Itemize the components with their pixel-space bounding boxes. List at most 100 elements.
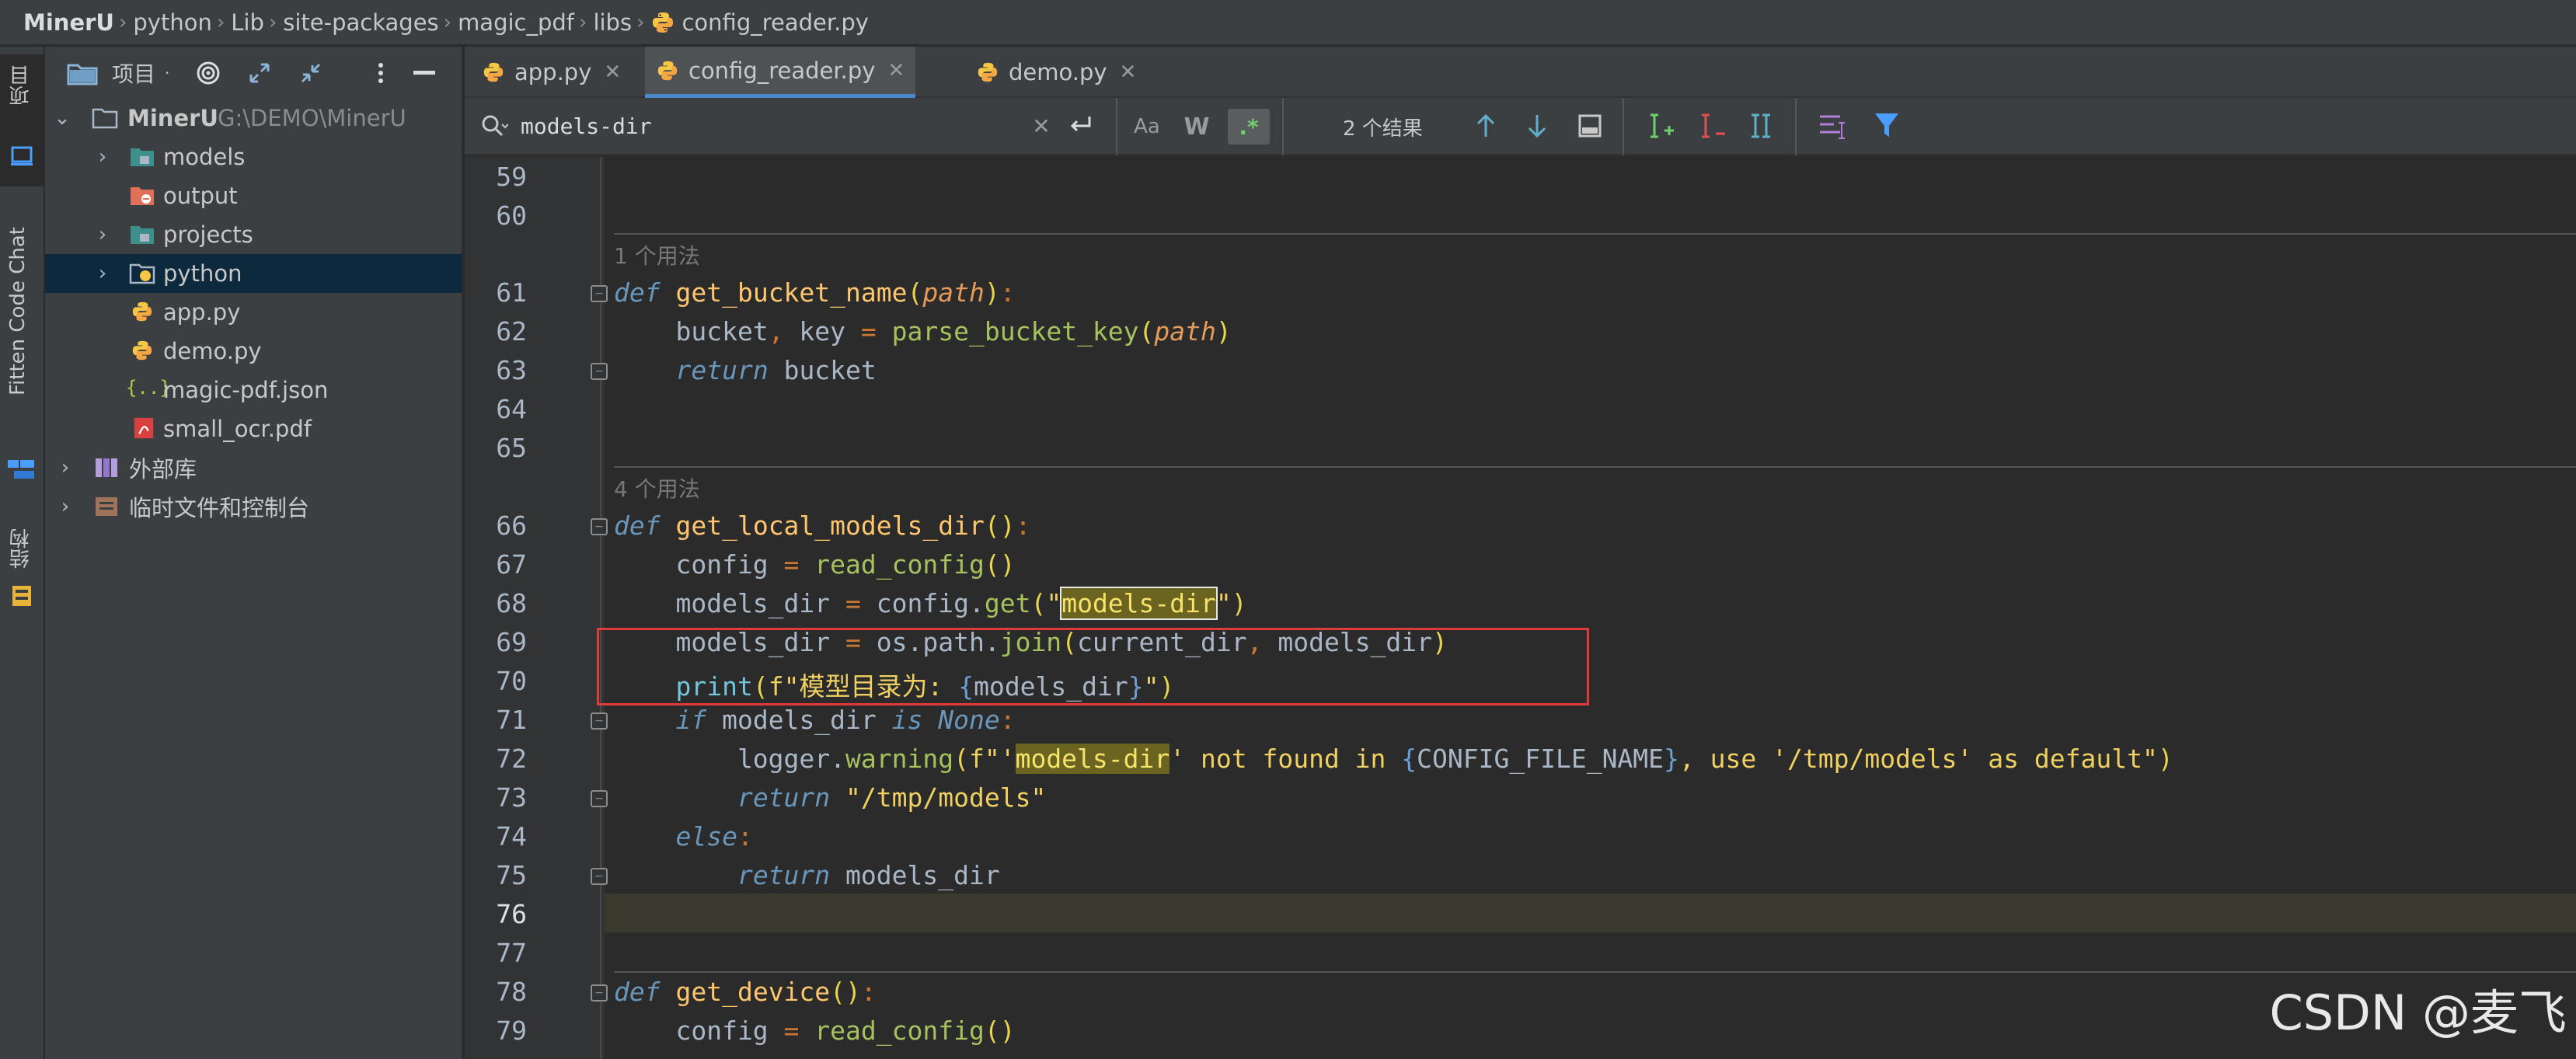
- filter-popup-icon[interactable]: [1577, 113, 1602, 138]
- tab-label: config_reader.py: [688, 57, 876, 84]
- chevron-down-icon[interactable]: ⌄: [53, 106, 71, 130]
- breadcrumb-item-config-reader[interactable]: config_reader.py: [681, 9, 868, 36]
- collapse-all-icon[interactable]: [295, 57, 326, 89]
- tab-demo-py[interactable]: demo.py ✕: [967, 47, 1145, 98]
- fold-marker-icon[interactable]: −: [591, 363, 608, 380]
- fold-marker-icon[interactable]: −: [591, 285, 608, 302]
- options-menu-icon[interactable]: [365, 57, 396, 89]
- hide-panel-icon[interactable]: [409, 57, 440, 89]
- line-number: 69: [496, 627, 527, 657]
- line-number: 79: [496, 1015, 527, 1046]
- annotation-highlight-box: [597, 628, 1589, 705]
- filter-icon[interactable]: [1873, 110, 1901, 141]
- json-file-icon: {..}: [126, 377, 171, 399]
- tree-item-demo-py[interactable]: demo.py: [45, 332, 462, 371]
- next-occurrence-icon[interactable]: [1525, 112, 1549, 140]
- fold-marker-icon[interactable]: −: [591, 790, 608, 807]
- code-line-72: logger.warning(f"'models-dir' not found …: [614, 744, 2173, 774]
- close-icon[interactable]: ✕: [887, 59, 905, 82]
- tree-item-mineru[interactable]: ⌄ MinerU G:\DEMO\MinerU: [45, 99, 462, 138]
- fold-marker-icon[interactable]: −: [591, 868, 608, 885]
- line-number: 65: [496, 433, 527, 463]
- tree-item-scratches[interactable]: › 临时文件和控制台: [45, 487, 462, 526]
- code-line-75: return models_dir: [737, 860, 1000, 890]
- breadcrumb-item-site-packages[interactable]: site-packages: [283, 9, 438, 36]
- search-history-icon[interactable]: [480, 113, 508, 140]
- locate-file-icon[interactable]: [193, 57, 224, 89]
- add-occurrence-icon[interactable]: [1644, 110, 1675, 141]
- chevron-right-icon[interactable]: ›: [56, 456, 75, 479]
- tree-item-app-py[interactable]: app.py: [45, 293, 462, 332]
- tree-item-label: 临时文件和控制台: [129, 495, 310, 521]
- in-selection-icon[interactable]: [1817, 112, 1848, 141]
- search-input[interactable]: [521, 109, 987, 143]
- usage-hint[interactable]: 1 个用法: [614, 239, 700, 270]
- line-number: 62: [496, 316, 527, 347]
- chevron-right-icon[interactable]: ›: [93, 223, 112, 246]
- python-file-icon: [978, 62, 998, 82]
- close-icon[interactable]: ✕: [1120, 61, 1137, 84]
- code-line-78: def get_device():: [614, 977, 877, 1007]
- breadcrumb-item-mineru[interactable]: MinerU: [23, 9, 114, 36]
- method-separator: [614, 233, 2576, 235]
- tab-label: demo.py: [1009, 59, 1107, 85]
- previous-occurrence-icon[interactable]: [1473, 112, 1498, 140]
- expand-all-icon[interactable]: [244, 57, 275, 89]
- watermark: CSDN @麦飞: [2269, 984, 2567, 1041]
- match-case-button[interactable]: Aa: [1130, 112, 1164, 141]
- project-panel-title[interactable]: 项目: [112, 57, 155, 89]
- select-all-occurrences-icon[interactable]: [1747, 112, 1775, 140]
- current-line-highlight: [605, 894, 2576, 932]
- fold-marker-icon[interactable]: −: [591, 712, 608, 730]
- remove-occurrence-icon[interactable]: [1696, 110, 1727, 141]
- code-line-74: else:: [675, 821, 753, 852]
- code-line-71: if models_dir is None:: [675, 705, 1016, 735]
- fold-marker-icon[interactable]: −: [591, 518, 608, 535]
- library-icon: [96, 458, 117, 477]
- project-tool-button[interactable]: 项目: [0, 54, 44, 186]
- structure-icon: [12, 586, 31, 606]
- newline-icon[interactable]: [1068, 113, 1094, 137]
- fitten-code-chat-button[interactable]: Fitten Code Chat: [0, 224, 44, 488]
- tree-item-label: MinerU: [127, 105, 218, 131]
- fitten-logo-icon: [8, 460, 34, 479]
- project-view-dropdown-icon[interactable]: ·: [165, 64, 169, 82]
- fold-marker-icon[interactable]: −: [591, 984, 608, 1002]
- breadcrumb-item-lib[interactable]: Lib: [231, 9, 264, 36]
- clear-search-icon[interactable]: ✕: [1027, 112, 1055, 140]
- tree-item-projects[interactable]: › projects: [45, 215, 462, 254]
- project-panel-icon: [11, 146, 33, 165]
- line-number: 71: [496, 705, 527, 735]
- breadcrumb-item-magic-pdf[interactable]: magic_pdf: [458, 9, 574, 36]
- chevron-right-icon[interactable]: ›: [56, 495, 75, 518]
- tab-config-reader-py[interactable]: config_reader.py ✕: [645, 47, 916, 98]
- tab-app-py[interactable]: app.py ✕: [472, 47, 630, 98]
- chevron-right-icon[interactable]: ›: [93, 262, 112, 285]
- close-icon[interactable]: ✕: [604, 61, 621, 84]
- line-number: 76: [496, 899, 527, 929]
- tree-item-python[interactable]: › python: [45, 254, 462, 293]
- code-line-61: def get_bucket_name(path):: [614, 277, 1016, 308]
- regex-button[interactable]: .*: [1228, 109, 1270, 145]
- python-file-icon: [132, 340, 152, 361]
- tree-item-external-libraries[interactable]: › 外部库: [45, 448, 462, 487]
- tree-item-small-ocr-pdf[interactable]: small_ocr.pdf: [45, 409, 462, 448]
- breadcrumb-item-python[interactable]: python: [133, 9, 211, 36]
- tree-item-magic-pdf-json[interactable]: {..} magic-pdf.json: [45, 371, 462, 409]
- tree-item-label: models: [163, 144, 246, 170]
- python-file-icon: [657, 61, 678, 80]
- code-editor[interactable]: 59 60 61 62 63 64 65 66 67 68 69 70 71 7…: [465, 157, 2576, 1059]
- breadcrumb-item-libs[interactable]: libs: [593, 9, 632, 36]
- tree-item-output[interactable]: output: [45, 176, 462, 215]
- whole-word-button[interactable]: W: [1180, 112, 1214, 141]
- line-number: 63: [496, 355, 527, 385]
- python-file-icon: [132, 301, 152, 322]
- line-number: 60: [496, 200, 527, 231]
- chevron-right-icon[interactable]: ›: [93, 145, 112, 169]
- line-number: 74: [496, 821, 527, 852]
- structure-tool-button[interactable]: 结构: [0, 528, 44, 614]
- line-number: 75: [496, 860, 527, 890]
- tree-item-label: small_ocr.pdf: [163, 416, 312, 442]
- tree-item-models[interactable]: › models: [45, 138, 462, 176]
- usage-hint[interactable]: 4 个用法: [614, 472, 700, 503]
